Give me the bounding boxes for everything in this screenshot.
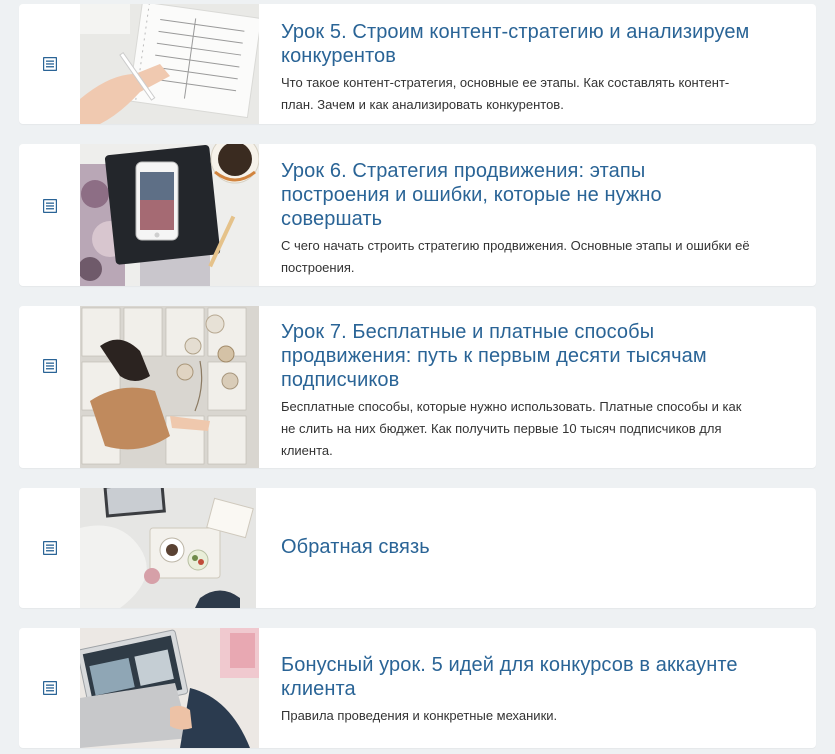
lesson-text-icon	[42, 540, 58, 556]
lesson-description: Бесплатные способы, которые нужно исполь…	[281, 399, 742, 458]
lesson-thumbnail	[80, 488, 256, 608]
lesson-card-6[interactable]: Урок 6. Стратегия продвижения: этапы пос…	[19, 144, 816, 286]
lesson-text-icon	[42, 358, 58, 374]
lesson-card-bonus[interactable]: Бонусный урок. 5 идей для конкурсов в ак…	[19, 628, 816, 748]
lesson-thumbnail	[80, 628, 259, 748]
lesson-text-icon	[42, 56, 58, 72]
lesson-body: Урок 5. Строим контент-стратегию и анали…	[281, 20, 756, 116]
lesson-body: Урок 7. Бесплатные и платные способы про…	[281, 320, 756, 462]
lesson-title[interactable]: Урок 5. Строим контент-стратегию и анали…	[281, 20, 756, 68]
lesson-body: Бонусный урок. 5 идей для конкурсов в ак…	[281, 653, 756, 727]
lesson-description: Правила проведения и конкретные механики…	[281, 708, 558, 723]
lesson-description: С чего начать строить стратегию продвиже…	[281, 238, 750, 275]
lesson-description: Что такое контент-стратегия, основные ее…	[281, 75, 730, 112]
lesson-card-feedback[interactable]: Обратная связь	[19, 488, 816, 608]
lesson-thumbnail	[80, 306, 259, 468]
lesson-body: Обратная связь	[281, 535, 756, 559]
lesson-card-7[interactable]: Урок 7. Бесплатные и платные способы про…	[19, 306, 816, 468]
lesson-text-icon	[42, 680, 58, 696]
lesson-thumbnail	[80, 144, 259, 286]
lesson-text-icon	[42, 198, 58, 214]
lesson-body: Урок 6. Стратегия продвижения: этапы пос…	[281, 159, 756, 279]
lesson-thumbnail	[80, 4, 259, 124]
lesson-title[interactable]: Бонусный урок. 5 идей для конкурсов в ак…	[281, 653, 756, 701]
lesson-title[interactable]: Урок 6. Стратегия продвижения: этапы пос…	[281, 159, 756, 231]
lesson-card-5[interactable]: Урок 5. Строим контент-стратегию и анали…	[19, 4, 816, 124]
lesson-title[interactable]: Обратная связь	[281, 535, 756, 559]
lesson-title[interactable]: Урок 7. Бесплатные и платные способы про…	[281, 320, 756, 392]
